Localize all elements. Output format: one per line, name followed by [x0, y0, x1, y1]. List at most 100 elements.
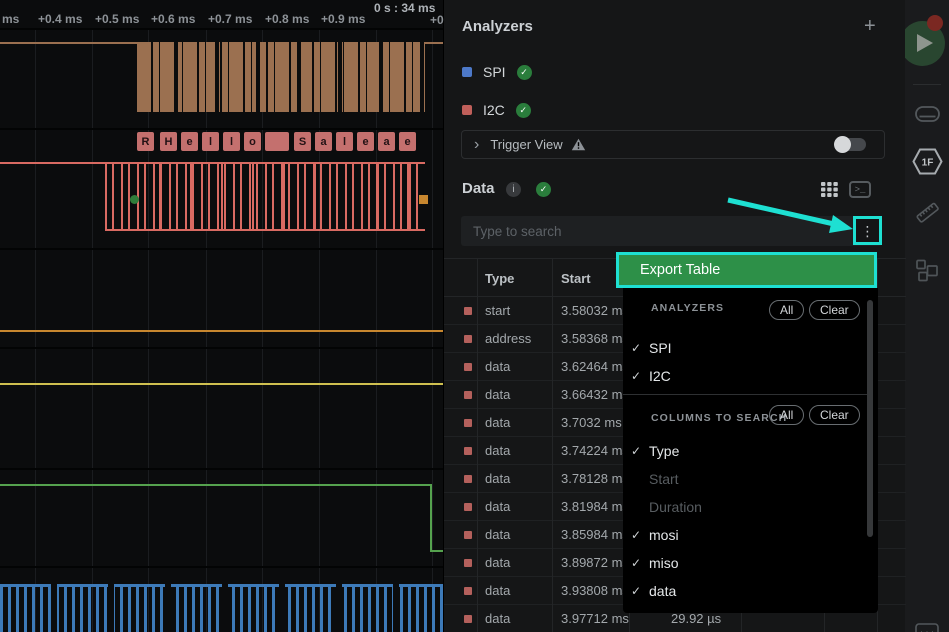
row-separator: [0, 468, 443, 470]
menu-item-label: Type: [649, 443, 679, 459]
extensions-button[interactable]: [905, 258, 949, 283]
menu-item-miso[interactable]: ✓miso: [623, 549, 863, 577]
info-icon[interactable]: i: [506, 182, 521, 197]
row-separator: [0, 128, 443, 130]
ruler-tick: +0.4 ms: [38, 12, 82, 26]
waveform-area[interactable]: ms+0.4 ms+0.5 ms+0.6 ms+0.7 ms+0.8 ms+0.…: [0, 0, 443, 632]
row-separator: [0, 347, 443, 349]
column-divider: [552, 259, 553, 632]
menu-item-data[interactable]: ✓data: [623, 577, 863, 605]
menu-item-duration[interactable]: Duration: [623, 493, 863, 521]
menu-section-header: ANALYZERS: [651, 302, 724, 314]
trigger-view-toggle[interactable]: [836, 138, 866, 151]
decoded-byte-annotation: e: [399, 132, 416, 151]
column-header-type[interactable]: Type: [485, 271, 514, 286]
check-badge: ✓: [516, 103, 531, 118]
decoded-byte-annotation: R: [137, 132, 154, 151]
menu-item-spi[interactable]: ✓SPI: [623, 334, 863, 362]
cell-start: 3.7032 ms: [561, 415, 622, 430]
ruler-tick: +0.5 ms: [95, 12, 139, 26]
channel-sda-idle-line: [424, 42, 443, 44]
decoded-byte-annotation: e: [181, 132, 198, 151]
terminal-view-icon[interactable]: >_: [849, 181, 871, 198]
export-table-button[interactable]: Export Table: [619, 255, 874, 285]
decoded-byte-annotation: l: [202, 132, 219, 151]
menu-scrollbar[interactable]: [867, 300, 873, 537]
analyzer-color-dot: [464, 559, 472, 567]
ruler-tick: +0.7 ms: [208, 12, 252, 26]
select-all-button[interactable]: All: [769, 300, 804, 320]
cell-start: 3.97712 ms: [561, 611, 629, 626]
chevron-right-icon: ›: [474, 137, 479, 153]
svg-text:1F: 1F: [921, 158, 933, 169]
analyzer-color-dot: [464, 335, 472, 343]
menu-item-label: Duration: [649, 499, 702, 515]
channel-scl-idle-line: [0, 162, 106, 164]
cell-start: 3.74224 ms: [561, 443, 629, 458]
menu-item-type[interactable]: ✓Type: [623, 437, 863, 465]
analyzer-color-dot: [464, 391, 472, 399]
channel-orange-flat-line: [0, 330, 443, 332]
blocks-layout-icon: [915, 259, 939, 283]
decoded-byte-annotation: l: [223, 132, 240, 151]
cell-type: data: [485, 499, 510, 514]
cell-type: data: [485, 387, 510, 402]
warning-icon: [571, 138, 586, 151]
analyzer-item-spi[interactable]: SPI ✓: [462, 60, 532, 84]
device-settings-button[interactable]: [905, 102, 949, 126]
cell-type: data: [485, 359, 510, 374]
hexagon-step-icon: 1F: [912, 148, 943, 175]
cell-type: data: [485, 471, 510, 486]
channel-enable-high-line: [0, 484, 432, 486]
step-badge-button[interactable]: 1F: [905, 148, 949, 175]
decoded-byte-annotation: a: [315, 132, 332, 151]
check-badge: ✓: [517, 65, 532, 80]
column-divider: [477, 259, 478, 632]
cell-type: start: [485, 303, 510, 318]
menu-item-mosi[interactable]: ✓mosi: [623, 521, 863, 549]
cell-type: data: [485, 415, 510, 430]
cell-start: 3.62464 ms: [561, 359, 629, 374]
cell-start: 3.58032 ms: [561, 303, 629, 318]
device-icon: [914, 103, 941, 125]
row-separator: [0, 28, 443, 30]
analyzer-label: SPI: [483, 64, 506, 80]
decoded-byte-annotation: a: [378, 132, 395, 151]
menu-item-i2c[interactable]: ✓I2C: [623, 362, 863, 390]
search-input[interactable]: [461, 216, 882, 246]
analyzer-color-dot: [464, 531, 472, 539]
cell-type: data: [485, 443, 510, 458]
table-options-button[interactable]: ⋮: [853, 216, 882, 245]
analyzer-color-dot: [464, 475, 472, 483]
recording-dot: [927, 15, 943, 31]
analyzer-color-swatch: [462, 67, 472, 77]
cell-start: 3.66432 ms: [561, 387, 629, 402]
menu-item-start[interactable]: Start: [623, 465, 863, 493]
ruler-icon: [914, 199, 941, 226]
ruler-tick: +0.8 ms: [265, 12, 309, 26]
decoded-byte-annotation: [265, 132, 289, 151]
select-all-button[interactable]: All: [769, 405, 804, 425]
toggle-knob: [834, 136, 851, 153]
cell-start: 3.58368 ms: [561, 331, 629, 346]
keyboard-shortcuts-button[interactable]: [905, 622, 949, 632]
measure-button[interactable]: [905, 199, 949, 226]
decoded-byte-annotation: e: [357, 132, 374, 151]
analyzer-item-i2c[interactable]: I2C ✓: [462, 98, 531, 122]
decoded-byte-annotation: S: [294, 132, 311, 151]
clear-button[interactable]: Clear: [809, 405, 860, 425]
cell-start: 3.81984 ms: [561, 499, 629, 514]
table-view-icon[interactable]: [820, 181, 839, 198]
trigger-view-row[interactable]: › Trigger View: [461, 130, 885, 159]
clear-button[interactable]: Clear: [809, 300, 860, 320]
add-analyzer-button[interactable]: +: [858, 14, 882, 39]
kebab-menu-icon: ⋮: [861, 224, 875, 238]
analyzer-label: I2C: [483, 102, 505, 118]
icon-rail: 1F: [905, 0, 949, 632]
menu-item-label: mosi: [649, 527, 679, 543]
decoded-byte-annotation: l: [336, 132, 353, 151]
side-panel: Analyzers + SPI✓I2C✓ › Trigger View Data…: [443, 0, 905, 632]
column-header-start[interactable]: Start: [561, 271, 591, 286]
cell-type: data: [485, 583, 510, 598]
row-separator: [0, 248, 443, 250]
